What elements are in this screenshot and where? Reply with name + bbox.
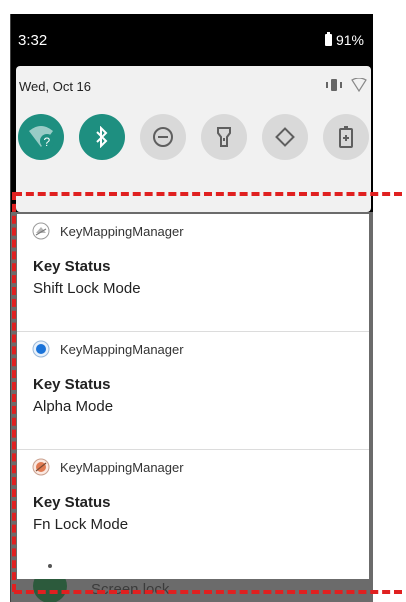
battery-icon	[324, 32, 332, 46]
notification-title: Key Status	[33, 258, 111, 275]
tile-auto-rotate[interactable]	[262, 114, 308, 160]
notification-header: KeyMappingManager	[32, 458, 184, 476]
qs-tiles: ?	[18, 114, 373, 160]
notification-body: Alpha Mode	[33, 398, 114, 415]
tile-wifi[interactable]: ?	[18, 114, 64, 160]
app-name: KeyMappingManager	[60, 223, 184, 239]
screen-lock-label: Screen lock	[91, 580, 170, 598]
app-name: KeyMappingManager	[60, 459, 184, 475]
qs-status-icons	[325, 78, 367, 92]
notification-header: KeyMappingManager	[32, 340, 184, 358]
svg-text:?: ?	[44, 135, 51, 149]
phone-screen: 3:32 91% Wed, Oct 16 ? Screen lock KeyMa…	[10, 14, 373, 602]
tile-battery-saver[interactable]	[323, 114, 369, 160]
app-name: KeyMappingManager	[60, 341, 184, 357]
vibrate-icon	[326, 79, 342, 91]
tile-bluetooth[interactable]	[79, 114, 125, 160]
status-bar: 3:32 91%	[11, 14, 373, 60]
overflow-dot-icon	[48, 564, 52, 568]
qs-date[interactable]: Wed, Oct 16	[19, 79, 91, 94]
flashlight-icon	[217, 127, 231, 147]
status-time: 3:32	[18, 32, 48, 49]
tile-flashlight[interactable]	[201, 114, 247, 160]
battery-status: 91%	[324, 32, 364, 48]
do-not-disturb-icon	[153, 127, 173, 147]
tile-do-not-disturb[interactable]	[140, 114, 186, 160]
notification-overflow-row[interactable]	[17, 549, 369, 579]
bluetooth-icon	[96, 126, 108, 148]
notification-list: KeyMappingManager Key Status Shift Lock …	[17, 214, 369, 564]
notification-title: Key Status	[33, 376, 111, 393]
notification-body: Shift Lock Mode	[33, 280, 141, 297]
battery-percent: 91%	[335, 32, 364, 48]
fn-lock-app-icon	[32, 458, 50, 476]
notification-title: Key Status	[33, 494, 111, 511]
shift-key-app-icon	[32, 222, 50, 240]
auto-rotate-icon	[275, 127, 295, 147]
notification-body: Fn Lock Mode	[33, 516, 129, 533]
quick-settings-panel: Wed, Oct 16 ?	[16, 66, 371, 212]
alpha-app-icon	[32, 340, 50, 358]
battery-saver-icon	[339, 126, 353, 148]
notification-header: KeyMappingManager	[32, 222, 184, 240]
wifi-unknown-icon: ?	[29, 126, 54, 149]
notification-item[interactable]: KeyMappingManager Key Status Shift Lock …	[17, 214, 369, 332]
notification-item[interactable]: KeyMappingManager Key Status Alpha Mode	[17, 332, 369, 450]
wifi-outline-icon	[351, 78, 367, 92]
